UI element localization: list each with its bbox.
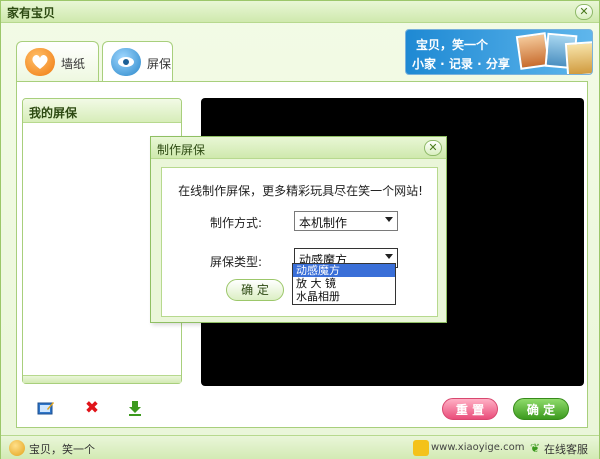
- chevron-down-icon: [385, 217, 393, 222]
- title-bar[interactable]: 家有宝贝 ✕: [1, 1, 599, 23]
- edit-icon[interactable]: [37, 399, 55, 417]
- method-label: 制作方式:: [210, 216, 263, 230]
- dropdown-option[interactable]: 动感魔方: [293, 264, 395, 277]
- smiley-icon: [9, 440, 25, 456]
- dialog-close-button[interactable]: ✕: [424, 140, 442, 156]
- method-select-value: 本机制作: [299, 216, 348, 230]
- window-close-button[interactable]: ✕: [575, 4, 593, 20]
- reset-button[interactable]: 重 置: [442, 398, 498, 420]
- tab-screensaver-label: 屏保: [147, 57, 172, 71]
- list-footer: [23, 375, 181, 383]
- heart-icon: [25, 48, 55, 76]
- dialog-title-bar[interactable]: 制作屏保 ✕: [151, 137, 446, 159]
- download-icon[interactable]: [126, 399, 144, 417]
- website-link[interactable]: www.xiaoyige.com: [431, 442, 524, 453]
- tab-wallpaper[interactable]: 墙纸: [16, 41, 99, 81]
- status-slogan: 宝贝，笑一个: [29, 443, 95, 456]
- online-service-link[interactable]: 在线客服: [544, 441, 588, 457]
- delete-icon[interactable]: ✖: [83, 399, 101, 417]
- tab-wallpaper-label: 墙纸: [61, 57, 86, 71]
- banner-slogan: 宝贝，笑一个: [416, 38, 489, 52]
- window-title: 家有宝贝: [7, 6, 56, 20]
- dropdown-option[interactable]: 水晶相册: [293, 290, 395, 303]
- chevron-down-icon: [385, 254, 393, 259]
- method-select[interactable]: 本机制作: [294, 211, 398, 231]
- duck-logo-icon: [413, 440, 429, 456]
- dropdown-option[interactable]: 放 大 镜: [293, 277, 395, 290]
- eye-icon: [111, 48, 141, 76]
- promo-banner[interactable]: 宝贝，笑一个 小家 · 记录 · 分享: [405, 29, 593, 75]
- dialog-title: 制作屏保: [157, 143, 206, 157]
- banner-tagline: 小家 · 记录 · 分享: [412, 57, 510, 71]
- my-screensavers-header: 我的屏保: [23, 99, 181, 123]
- type-dropdown-list[interactable]: 动感魔方 放 大 镜 水晶相册: [292, 263, 396, 305]
- leaf-icon: ❦: [530, 441, 541, 455]
- banner-photo-icon: [564, 40, 592, 74]
- type-label: 屏保类型:: [210, 255, 263, 269]
- tab-screensaver[interactable]: 屏保: [102, 41, 173, 81]
- status-bar: 宝贝，笑一个 www.xiaoyige.com ❦ 在线客服: [1, 435, 599, 459]
- dialog-ok-button[interactable]: 确 定: [226, 279, 284, 301]
- ok-button[interactable]: 确 定: [513, 398, 569, 420]
- dialog-intro-text: 在线制作屏保，更多精彩玩具尽在笑一个网站!: [178, 184, 423, 198]
